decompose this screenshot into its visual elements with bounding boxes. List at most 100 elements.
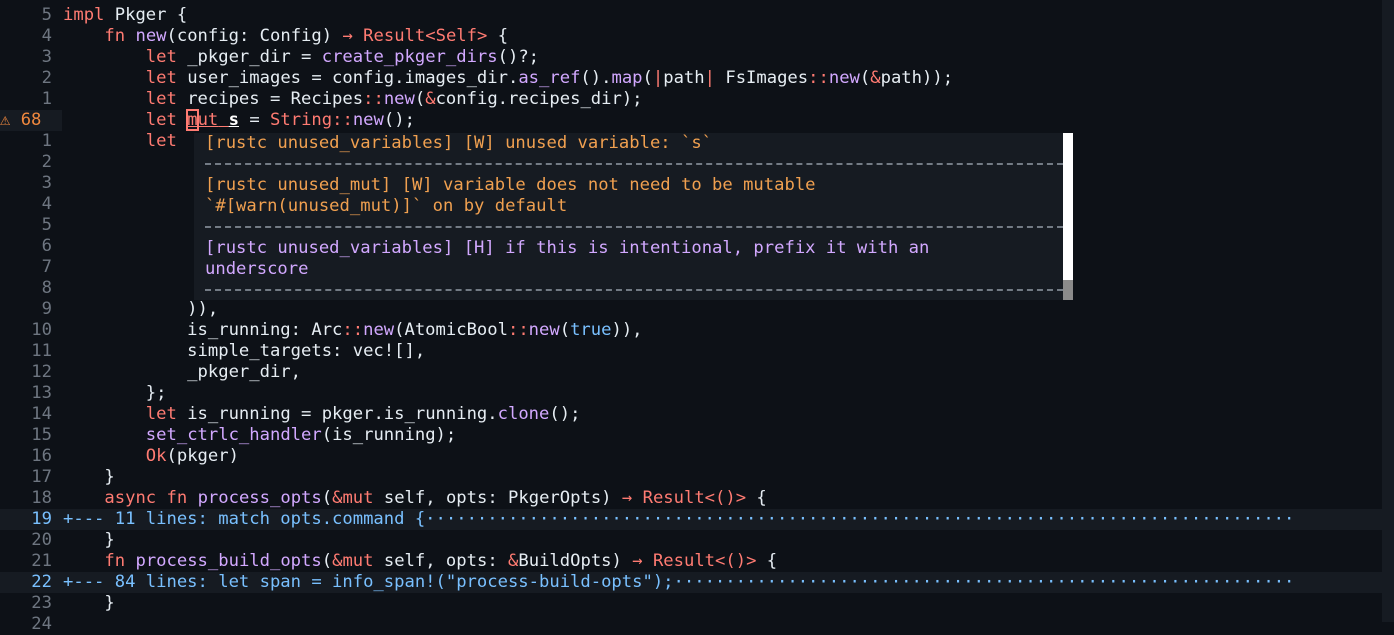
line-number: 17: [31, 467, 52, 487]
code-token: is_running: Arc: [63, 320, 343, 340]
code-token: ().: [580, 68, 612, 88]
code-line[interactable]: 12 _pkger_dir,: [0, 362, 1382, 383]
code-line[interactable]: 13 };: [0, 383, 1382, 404]
code-token: &: [508, 551, 519, 571]
diagnostic-separator: [205, 289, 1063, 291]
code-token: }: [63, 467, 115, 487]
folded-region[interactable]: +--- 11 lines: match opts.command {·····…: [63, 509, 1294, 530]
editor-right-edge: [1382, 0, 1394, 622]
code-token: &: [425, 89, 436, 109]
code-line[interactable]: 3 let _pkger_dir = create_pkger_dirs()?;: [0, 47, 1382, 68]
code-line[interactable]: 4 fn new(config: Config) → Result<Self> …: [0, 26, 1382, 47]
code-line[interactable]: 19 +--- 11 lines: match opts.command {···…: [0, 509, 1382, 530]
code-token: (: [859, 68, 871, 88]
code-line[interactable]: 11 simple_targets: vec![],: [0, 341, 1382, 362]
code-editor[interactable]: 65impl Pkger {4 fn new(config: Config) →…: [0, 0, 1382, 634]
code-text[interactable]: fn new(config: Config) → Result<Self> {: [63, 26, 508, 47]
line-number: 20: [31, 530, 52, 550]
line-number: 1: [41, 89, 52, 109]
code-token: ::: [363, 89, 384, 109]
code-text[interactable]: is_running: Arc::new(AtomicBool::new(tru…: [63, 320, 643, 341]
code-line[interactable]: 17 }: [0, 467, 1382, 488]
folded-region[interactable]: +--- 84 lines: let span = info_span!("pr…: [63, 572, 1294, 593]
code-line[interactable]: 21 fn process_build_opts(&mut self, opts…: [0, 551, 1382, 572]
code-token: →: [621, 488, 633, 508]
code-token: config.recipes_dir);: [435, 89, 643, 109]
code-text[interactable]: simple_targets: vec![],: [63, 341, 425, 362]
text-cursor[interactable]: m: [186, 109, 199, 131]
code-text[interactable]: let user_images = config.images_dir.as_r…: [63, 68, 953, 89]
line-number: 9: [41, 299, 52, 319]
code-text[interactable]: Ok(pkger): [63, 446, 239, 467]
line-number: 3: [41, 47, 52, 67]
code-line[interactable]: 1 let recipes = Recipes::new(&config.rec…: [0, 89, 1382, 110]
code-text[interactable]: let is_running = pkger.is_running.clone(…: [63, 404, 581, 425]
code-line[interactable]: 24: [0, 614, 1382, 635]
line-number: 4: [41, 194, 52, 214]
code-line[interactable]: 22 +--- 84 lines: let span = info_span!("…: [0, 572, 1382, 593]
code-text[interactable]: )),: [63, 299, 218, 320]
code-text[interactable]: }: [63, 593, 114, 614]
code-token: (: [642, 68, 653, 88]
code-text[interactable]: }: [63, 467, 115, 488]
fold-summary[interactable]: +--- 11 lines: match opts.command {: [63, 509, 425, 529]
fold-fill-dots: ········································…: [673, 572, 1295, 592]
code-token: )),: [63, 299, 219, 319]
code-line[interactable]: 14 let is_running = pkger.is_running.clo…: [0, 404, 1382, 425]
code-line[interactable]: 9 )),: [0, 299, 1382, 320]
code-line[interactable]: 2 let user_images = config.images_dir.as…: [0, 68, 1382, 89]
code-text[interactable]: };: [63, 383, 167, 404]
code-token: true: [570, 320, 612, 340]
code-text[interactable]: impl Pkger {: [63, 5, 187, 26]
line-number: 22: [31, 572, 52, 592]
diagnostic-hint: [rustc unused_variables] [H] if this is …: [205, 238, 930, 258]
code-line[interactable]: 16 Ok(pkger): [0, 446, 1382, 467]
line-number: 23: [31, 593, 52, 613]
code-text[interactable]: let _pkger_dir = create_pkger_dirs()?;: [63, 47, 539, 68]
code-line[interactable]: 20 }: [0, 530, 1382, 551]
code-token: Result<Self>: [363, 26, 488, 46]
code-text[interactable]: let recipes = Recipes::new(&config.recip…: [63, 89, 643, 110]
code-text[interactable]: let: [63, 131, 177, 152]
code-line[interactable]: 15 set_ctrlc_handler(is_running);: [0, 425, 1382, 446]
code-line[interactable]: 18 async fn process_opts(&mut self, opts…: [0, 488, 1382, 509]
line-number: 21: [31, 551, 52, 571]
function-name: new: [352, 110, 384, 130]
fold-summary[interactable]: +--- 84 lines: let span = info_span!("pr…: [63, 572, 674, 592]
code-token: process_opts: [197, 488, 322, 508]
code-text[interactable]: fn process_build_opts(&mut self, opts: &…: [63, 551, 777, 572]
line-number: 3: [41, 173, 52, 193]
code-token: set_ctrlc_handler: [145, 425, 322, 445]
code-text[interactable]: set_ctrlc_handler(is_running);: [63, 425, 456, 446]
code-token: BuildOpts): [518, 551, 633, 571]
code-line[interactable]: ⚠ 68 let mut s = String::new();: [0, 109, 1382, 131]
code-token: )),: [611, 320, 643, 340]
code-token: create_pkger_dirs: [321, 47, 498, 67]
operator: =: [238, 110, 271, 130]
code-line[interactable]: 5 impl Pkger {: [0, 5, 1382, 26]
code-text[interactable]: async fn process_opts(&mut self, opts: P…: [63, 488, 766, 509]
code-token: process_build_opts: [135, 551, 322, 571]
line-number: 10: [31, 320, 52, 340]
keyword: let: [145, 110, 177, 130]
code-token: path));: [880, 68, 954, 88]
code-text[interactable]: }: [63, 530, 114, 551]
popup-scrollbar-thumb[interactable]: [1063, 280, 1073, 300]
line-number: 15: [31, 425, 52, 445]
code-line[interactable]: 23 }: [0, 593, 1382, 614]
popup-scrollbar[interactable]: [1063, 133, 1073, 300]
code-token: &mut: [332, 551, 374, 571]
code-text[interactable]: let mut s = String::new();: [63, 109, 415, 131]
code-token: (: [414, 89, 426, 109]
code-text[interactable]: _pkger_dir,: [63, 362, 301, 383]
code-line[interactable]: 10 is_running: Arc::new(AtomicBool::new(…: [0, 320, 1382, 341]
